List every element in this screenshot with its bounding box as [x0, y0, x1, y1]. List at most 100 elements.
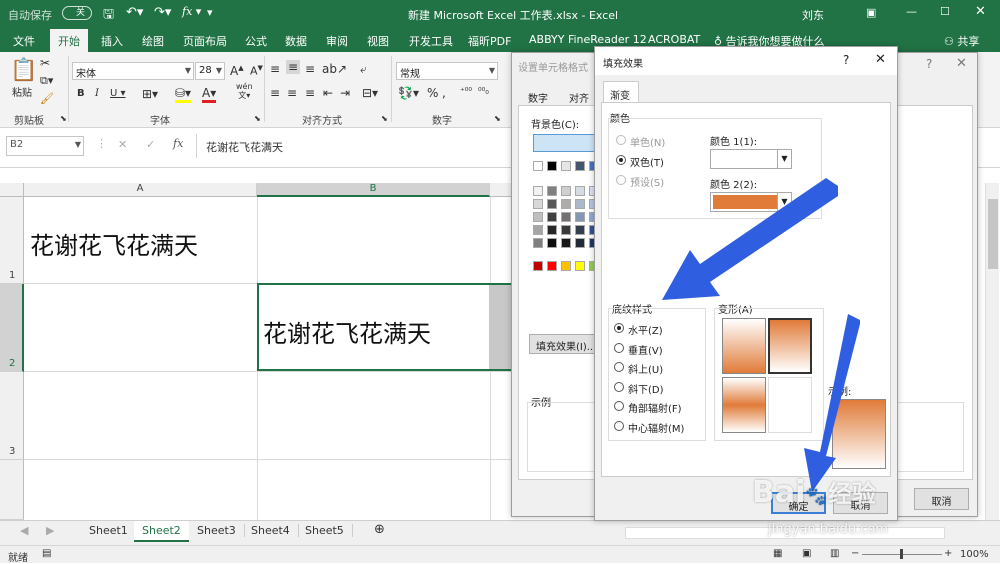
color-swatch[interactable]: [547, 199, 557, 209]
tab-insert[interactable]: 插入: [101, 33, 123, 49]
sheet-tab-5[interactable]: Sheet5: [297, 524, 353, 537]
color-swatch[interactable]: [561, 161, 571, 171]
color2-picker[interactable]: ▼: [710, 192, 792, 212]
tab-gradient[interactable]: 渐变: [603, 81, 639, 103]
tab-developer[interactable]: 开发工具: [409, 33, 453, 49]
number-format-select[interactable]: 常规 ▼: [396, 62, 498, 80]
format-help-icon[interactable]: ?: [926, 57, 932, 71]
cell-a1[interactable]: 花谢花飞花满天: [30, 226, 198, 261]
merge-center-icon[interactable]: ⊟▾: [362, 86, 378, 100]
page-layout-view-icon[interactable]: ▣: [802, 548, 811, 559]
color-swatch[interactable]: [575, 199, 585, 209]
close-icon[interactable]: ✕: [975, 4, 986, 19]
prev-sheet-icon[interactable]: ◀: [20, 524, 28, 537]
grow-font-icon[interactable]: A▲: [230, 64, 244, 78]
fill-help-icon[interactable]: ?: [843, 53, 849, 67]
page-break-view-icon[interactable]: ▥: [830, 548, 839, 559]
tab-draw[interactable]: 绘图: [142, 33, 164, 49]
format-painter-icon[interactable]: 🖌: [40, 92, 54, 105]
phonetic-icon[interactable]: wén 文▾: [236, 82, 253, 100]
increase-indent-icon[interactable]: ⇥: [340, 86, 350, 100]
font-name-select[interactable]: 宋体 ▼: [72, 62, 194, 80]
align-middle-icon[interactable]: ≡: [286, 60, 301, 74]
redo-icon[interactable]: ↷▾: [154, 5, 171, 20]
tab-view[interactable]: 视图: [367, 33, 389, 49]
align-right-icon[interactable]: ≡: [305, 86, 315, 100]
font-color-icon[interactable]: A▾: [202, 86, 217, 103]
color-swatch[interactable]: [575, 212, 585, 222]
tab-foxit-pdf[interactable]: 福昕PDF: [468, 33, 511, 49]
format-tab-alignment[interactable]: 对齐: [569, 90, 589, 105]
color-swatch[interactable]: [561, 225, 571, 235]
color-swatch[interactable]: [547, 161, 557, 171]
cut-icon[interactable]: ✂: [40, 56, 50, 70]
column-header-a[interactable]: A: [24, 183, 257, 197]
shrink-font-icon[interactable]: A▼: [250, 64, 263, 78]
scrollbar-thumb[interactable]: [988, 199, 998, 269]
color-swatch[interactable]: [533, 186, 543, 196]
format-tab-number[interactable]: 数字: [528, 90, 548, 105]
sheet-tab-3[interactable]: Sheet3: [189, 524, 245, 537]
tab-page-layout[interactable]: 页面布局: [183, 33, 227, 49]
row-header-1[interactable]: 1: [0, 197, 24, 284]
borders-icon[interactable]: ⊞▾: [142, 87, 158, 101]
color-swatch[interactable]: [547, 261, 557, 271]
share-button[interactable]: ⚇ 共享: [944, 33, 979, 49]
radio-diagonal-up[interactable]: [614, 362, 624, 372]
format-close-icon[interactable]: ✕: [956, 56, 967, 71]
save-icon[interactable]: 🖫: [103, 5, 114, 27]
font-size-select[interactable]: 28 ▼: [195, 62, 225, 80]
color-swatch[interactable]: [561, 212, 571, 222]
increase-decimal-icon[interactable]: ⁺⁰⁰: [460, 87, 472, 97]
zoom-in-icon[interactable]: +: [944, 548, 952, 559]
name-box[interactable]: B2 ▼: [6, 136, 84, 156]
sheet-tab-4[interactable]: Sheet4: [243, 524, 299, 537]
color-swatch[interactable]: [533, 212, 543, 222]
color-swatch[interactable]: [561, 199, 571, 209]
color1-picker[interactable]: ▼: [710, 149, 792, 169]
row-header-4[interactable]: [0, 460, 24, 520]
color-swatch[interactable]: [575, 186, 585, 196]
color-swatch[interactable]: [547, 212, 557, 222]
next-sheet-icon[interactable]: ▶: [46, 524, 54, 537]
color-swatch[interactable]: [533, 261, 543, 271]
color-swatch[interactable]: [547, 186, 557, 196]
color-swatch[interactable]: [533, 199, 543, 209]
color-swatch[interactable]: [575, 161, 585, 171]
number-launcher-icon[interactable]: ⬊: [494, 114, 501, 123]
alignment-launcher-icon[interactable]: ⬊: [381, 114, 388, 123]
wrap-text-icon[interactable]: ⤶: [360, 62, 367, 77]
radio-two-colors[interactable]: [616, 155, 626, 165]
align-center-icon[interactable]: ≡: [287, 86, 297, 100]
color-swatch[interactable]: [533, 238, 543, 248]
color-swatch[interactable]: [575, 261, 585, 271]
cancel-entry-icon[interactable]: ✕: [118, 138, 127, 151]
variant-4-empty[interactable]: [768, 377, 812, 433]
insert-function-icon[interactable]: fx: [173, 137, 183, 150]
tab-home[interactable]: 开始: [50, 29, 88, 52]
radio-one-color[interactable]: [616, 135, 626, 145]
decrease-indent-icon[interactable]: ⇤: [323, 86, 333, 100]
user-name[interactable]: 刘东: [802, 7, 824, 23]
color-swatch[interactable]: [561, 186, 571, 196]
radio-diagonal-down[interactable]: [614, 382, 624, 392]
column-header-b[interactable]: B: [257, 183, 490, 197]
decrease-decimal-icon[interactable]: ⁰⁰₀: [478, 87, 489, 97]
radio-from-corner[interactable]: [614, 401, 624, 411]
fill-close-icon[interactable]: ✕: [875, 52, 886, 67]
tab-data[interactable]: 数据: [285, 33, 307, 49]
color-swatch[interactable]: [547, 225, 557, 235]
copy-icon[interactable]: ⧉▾: [40, 74, 53, 88]
format-cancel-button[interactable]: 取消: [914, 488, 969, 510]
variant-3[interactable]: [722, 377, 766, 433]
maximize-icon[interactable]: ☐: [940, 5, 950, 18]
font-launcher-icon[interactable]: ⬊: [254, 114, 261, 123]
radio-vertical[interactable]: [614, 343, 624, 353]
align-left-icon[interactable]: ≡: [270, 86, 280, 100]
align-bottom-icon[interactable]: ≡: [305, 62, 315, 76]
accounting-format-icon[interactable]: 💱▾: [398, 86, 419, 100]
minimize-icon[interactable]: —: [906, 5, 917, 18]
autosave-toggle[interactable]: 关: [62, 6, 92, 20]
vertical-scrollbar[interactable]: [985, 183, 999, 520]
row-header-2[interactable]: 2: [0, 284, 24, 372]
